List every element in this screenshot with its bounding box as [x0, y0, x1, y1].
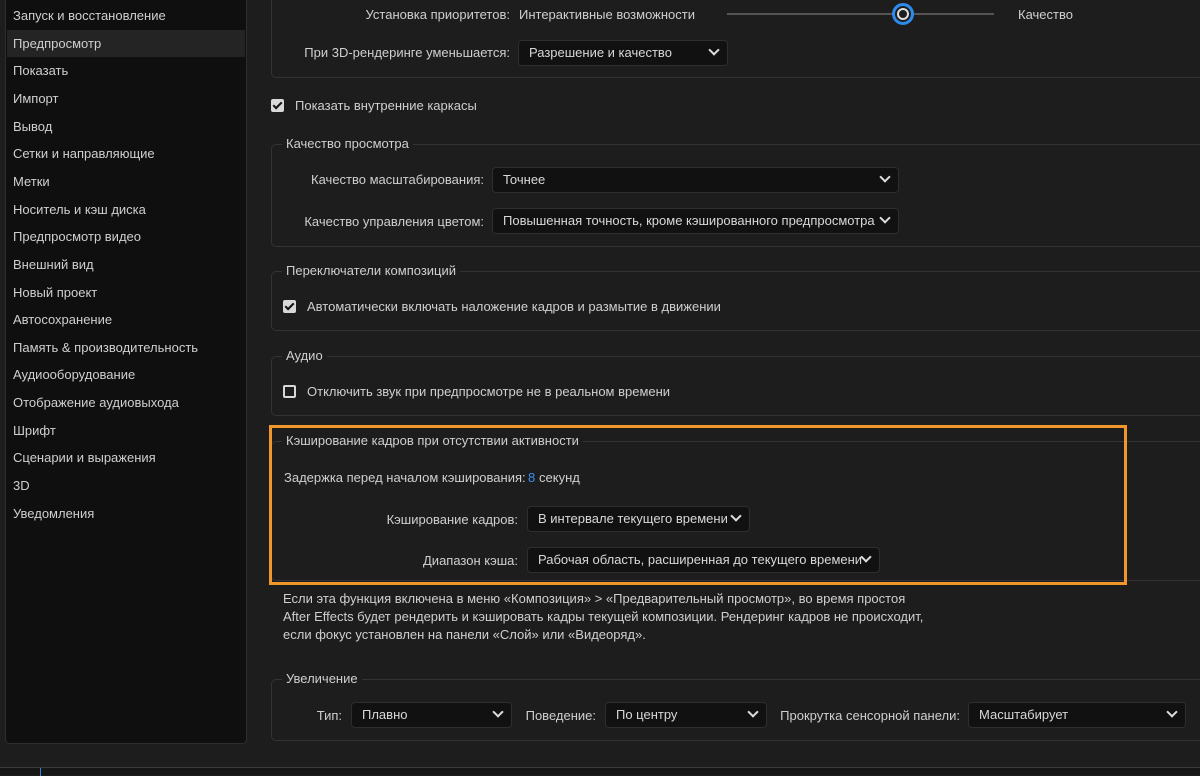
chevron-down-icon: [879, 212, 891, 224]
priority-label: Установка приоритетов:: [365, 7, 510, 22]
sidebar-item[interactable]: Уведомления: [7, 500, 245, 527]
reduce-dropdown[interactable]: Разрешение и качество: [518, 40, 728, 66]
chevron-down-icon: [492, 706, 504, 718]
sidebar-item[interactable]: Предпросмотр видео: [7, 223, 245, 250]
priority-slider-track[interactable]: [727, 13, 994, 15]
idle-cache-description: Если эта функция включена в меню «Композ…: [283, 591, 924, 642]
view-quality-title: Качество просмотра: [282, 136, 413, 152]
preferences-sidebar: Запуск и восстановление Предпросмотр Показ…: [5, 0, 247, 744]
zoom-type-dropdown[interactable]: Плавно: [351, 702, 512, 728]
delay-value[interactable]: 8: [528, 470, 535, 486]
color-quality-dropdown[interactable]: Повышенная точность, кроме кэшированного…: [492, 208, 899, 234]
sidebar-item[interactable]: Предпросмотр: [7, 29, 245, 57]
sidebar-item[interactable]: Аудиооборудование: [7, 361, 245, 388]
slider-right-label: Качество: [1018, 7, 1073, 22]
sidebar-item[interactable]: 3D: [7, 472, 245, 499]
chevron-down-icon: [879, 171, 891, 183]
sidebar-item[interactable]: Запуск и восстановление: [7, 2, 245, 29]
zoom-behavior-label: Поведение:: [525, 708, 596, 723]
wireframes-checkbox[interactable]: [271, 99, 284, 112]
reduce-value: Разрешение и качество: [529, 45, 672, 60]
chevron-down-icon: [708, 44, 720, 56]
sidebar-item[interactable]: Импорт: [7, 85, 245, 112]
sidebar-item[interactable]: Носитель и кэш диска: [7, 196, 245, 223]
zoom-quality-dropdown[interactable]: Точнее: [492, 167, 899, 193]
zoom-type-value: Плавно: [362, 707, 408, 722]
frames-label: Кэширование кадров:: [386, 512, 518, 527]
range-dropdown[interactable]: Рабочая область, расширенная до текущего…: [527, 547, 880, 573]
chevron-down-icon: [747, 706, 759, 718]
frame-blend-checkbox[interactable]: [283, 300, 296, 313]
zoom-behavior-value: По центру: [616, 707, 678, 722]
mute-label: Отключить звук при предпросмотре не в ре…: [307, 384, 671, 399]
sidebar-item[interactable]: Отображение аудиовыхода: [7, 389, 245, 416]
zoom-quality-label: Качество масштабирования:: [311, 172, 484, 187]
sidebar-item[interactable]: Метки: [7, 168, 245, 195]
delay-unit: секунд: [539, 470, 580, 485]
zoom-type-label: Тип:: [316, 708, 342, 723]
chevron-down-icon: [1166, 706, 1178, 718]
color-quality-label: Качество управления цветом:: [304, 214, 484, 229]
sidebar-item[interactable]: Шрифт: [7, 417, 245, 444]
zoom-title: Увеличение: [282, 671, 362, 687]
delay-label: Задержка перед началом кэширования:: [284, 470, 526, 485]
sidebar-item[interactable]: Автосохранение: [7, 306, 245, 333]
mute-checkbox[interactable]: [283, 385, 296, 398]
touch-label: Прокрутка сенсорной панели:: [780, 708, 960, 723]
bottom-bar: [0, 767, 1200, 776]
frames-value: В интервале текущего времени: [538, 511, 728, 526]
chevron-down-icon: [730, 510, 742, 522]
range-label: Диапазон кэша:: [423, 553, 518, 568]
reduce-label: При 3D-рендеринге уменьшается:: [304, 45, 510, 60]
audio-title: Аудио: [282, 348, 327, 364]
zoom-behavior-dropdown[interactable]: По центру: [605, 702, 767, 728]
wireframes-label: Показать внутренние каркасы: [295, 98, 477, 113]
touch-dropdown[interactable]: Масштабирует: [968, 702, 1186, 728]
sidebar-item[interactable]: Новый проект: [7, 279, 245, 306]
color-quality-value: Повышенная точность, кроме кэшированного…: [503, 213, 875, 228]
slider-left-label: Интерактивные возможности: [519, 7, 695, 22]
frames-dropdown[interactable]: В интервале текущего времени: [527, 506, 750, 532]
range-value: Рабочая область, расширенная до текущего…: [538, 552, 863, 567]
frame-blend-label: Автоматически включать наложение кадров …: [307, 299, 721, 314]
zoom-quality-value: Точнее: [503, 172, 546, 187]
sidebar-item[interactable]: Сетки и направляющие: [7, 140, 245, 167]
touch-value: Масштабирует: [979, 707, 1069, 722]
comp-switches-title: Переключатели композиций: [282, 263, 461, 279]
sidebar-item[interactable]: Вывод: [7, 113, 245, 140]
sidebar-item[interactable]: Показать: [7, 57, 245, 84]
sidebar-item[interactable]: Память & производительность: [7, 334, 245, 361]
sidebar-item[interactable]: Сценарии и выражения: [7, 444, 245, 471]
sidebar-item[interactable]: Внешний вид: [7, 251, 245, 278]
